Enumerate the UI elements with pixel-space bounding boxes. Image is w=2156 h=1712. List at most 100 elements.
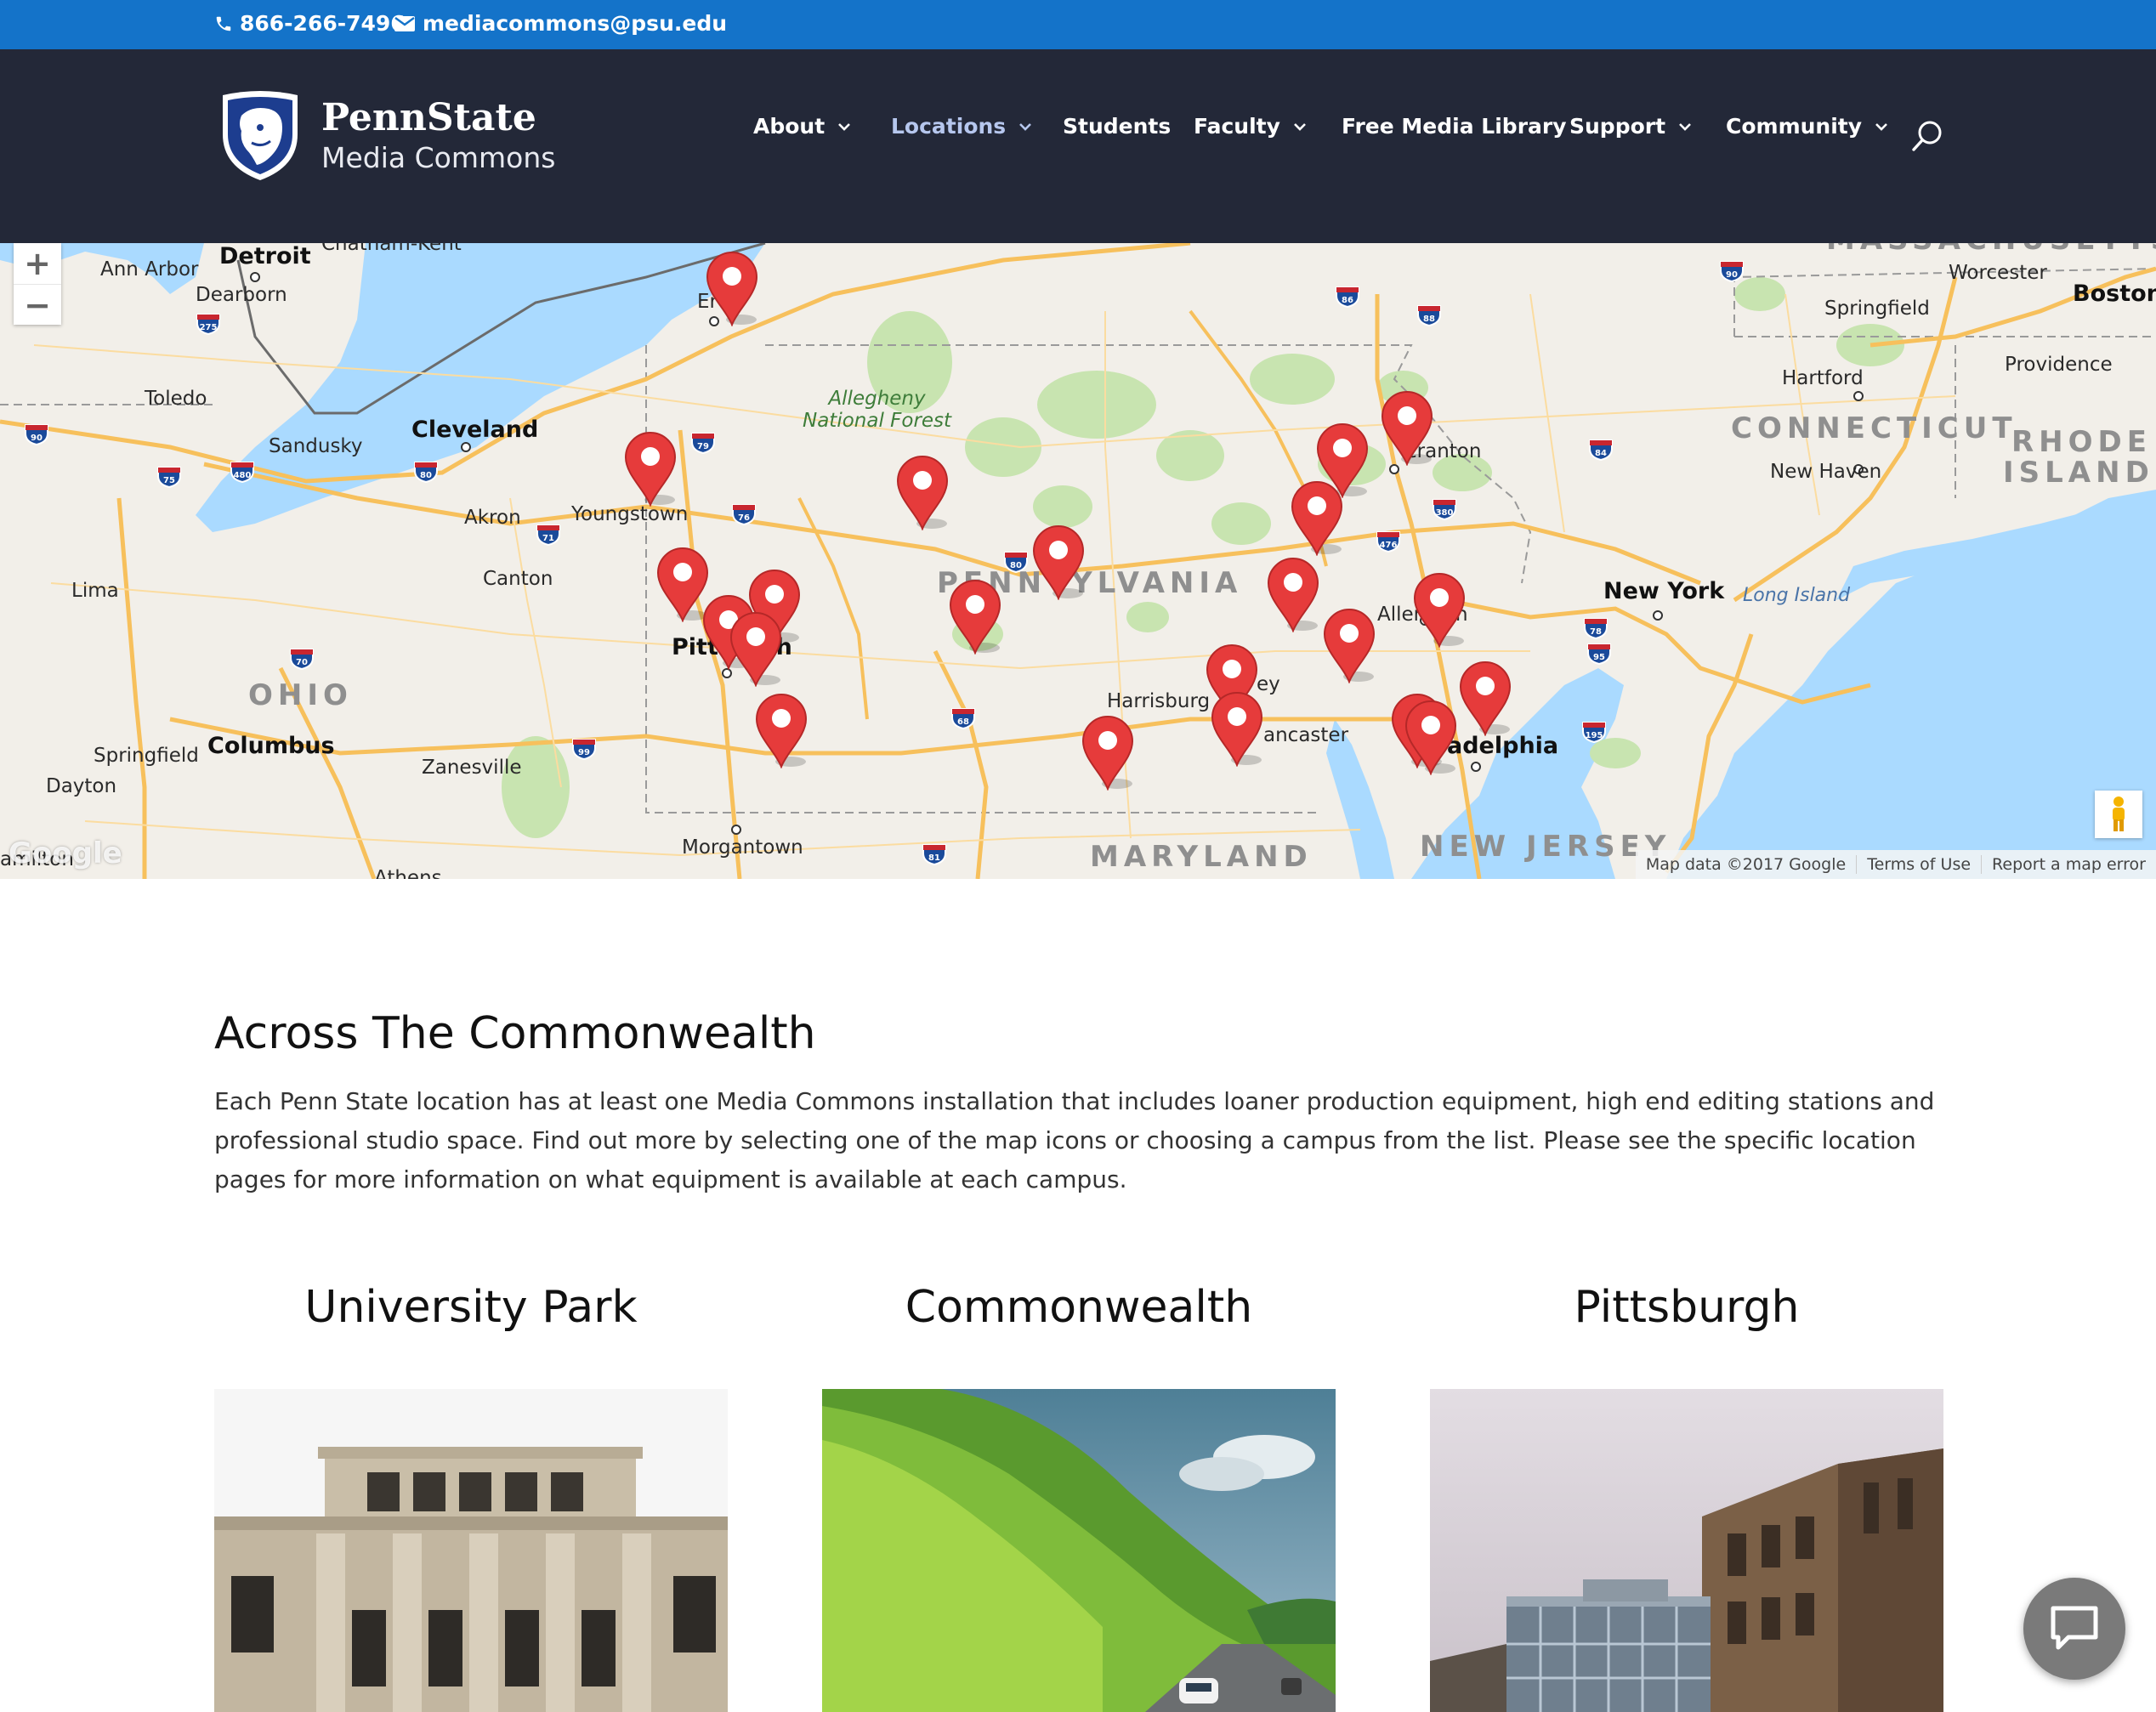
zoom-in-button[interactable]: + [14,243,61,284]
location-pin-icon[interactable] [947,578,1003,655]
nav-faculty[interactable]: Faculty [1194,114,1309,139]
location-pin-icon[interactable] [1403,699,1459,776]
nittany-lion-shield-icon [223,91,298,180]
nav-about[interactable]: About [753,114,854,139]
brand-name: PennState [321,96,536,139]
location-pin-icon[interactable] [1265,556,1321,633]
interstate-shield-71: 71 [536,524,561,547]
svg-text:275: 275 [200,323,218,332]
email-link[interactable]: mediacommons@psu.edu [394,11,727,36]
zoom-control: + − [14,243,61,325]
nav-free-media-library[interactable]: Free Media Library [1342,114,1567,139]
state-ohio: OHIO [248,678,353,712]
report-map-error-link[interactable]: Report a map error [1981,855,2156,874]
state-rhode-island-2: ISLAND [2003,456,2154,490]
interstate-shield-88: 88 [1416,304,1442,327]
allegheny-forest-label: Allegheny National Forest [803,388,951,432]
svg-text:88: 88 [1423,315,1435,324]
interstate-shield-195: 195 [1581,721,1607,744]
interstate-shield-90: 90 [1719,260,1745,283]
location-pin-icon[interactable] [1379,389,1435,467]
interstate-shield-80: 80 [413,461,439,484]
svg-text:90: 90 [31,434,43,443]
section-heading: Across The Commonwealth [214,1008,816,1059]
locations-map[interactable]: Detroit Ann Arbor Dearborn Chatham-Kent … [0,243,2156,879]
svg-text:476: 476 [1380,541,1398,550]
chevron-down-icon [838,122,851,131]
search-icon[interactable] [1909,117,1946,155]
state-rhode-island-1: RHODE [2011,425,2152,459]
location-pin-icon[interactable] [1289,479,1345,557]
interstate-shield-275: 275 [196,313,221,336]
university-park-image[interactable] [214,1389,728,1712]
state-massachusetts: MASSACHUSETTS [1826,243,2156,257]
location-pin-icon[interactable] [728,610,784,688]
chat-bubble-icon [2051,1606,2098,1650]
location-pin-icon[interactable] [1030,524,1087,601]
chevron-down-icon [1679,122,1691,131]
campus-title-university-park[interactable]: University Park [214,1282,728,1333]
interstate-shield-476: 476 [1376,530,1401,553]
svg-text:78: 78 [1590,627,1602,637]
nav-community[interactable]: Community [1726,114,1891,139]
nav-community-label: Community [1726,114,1863,139]
street-view-button[interactable] [2095,791,2142,838]
pittsburgh-building-illustration [1430,1389,1943,1712]
interstate-shield-95: 95 [1586,643,1612,666]
city-new-haven: New Haven [1770,461,1882,483]
location-pin-icon[interactable] [753,692,809,769]
nav-students-label: Students [1063,114,1172,139]
email-address: mediacommons@psu.edu [423,11,728,36]
phone-link[interactable]: 866-266-7496 [214,11,406,36]
city-new-york: New York [1603,578,1725,604]
site-logo[interactable]: PennState Media Commons [218,90,555,184]
svg-text:195: 195 [1586,731,1603,740]
city-springfield-oh: Springfield [94,745,199,767]
city-akron: Akron [464,507,521,529]
interstate-shield-80: 80 [1003,551,1029,574]
map-attribution: Map data ©2017 Google Terms of Use Repor… [1635,850,2156,879]
campus-title-pittsburgh[interactable]: Pittsburgh [1430,1282,1943,1333]
pittsburgh-image[interactable] [1430,1389,1943,1712]
interstate-shield-380: 380 [1432,498,1457,521]
city-lima: Lima [71,580,119,602]
nav-about-label: About [753,114,826,139]
nav-support[interactable]: Support [1569,114,1694,139]
location-pin-icon[interactable] [1411,571,1467,649]
terms-of-use-link[interactable]: Terms of Use [1856,855,1981,874]
state-connecticut: CONNECTICUT [1731,411,2017,445]
svg-text:90: 90 [1726,270,1738,280]
location-pin-icon[interactable] [1457,660,1513,737]
svg-text:68: 68 [957,717,969,727]
location-pin-icon[interactable] [622,430,678,507]
city-lancaster: ancaster [1263,724,1349,746]
nav-free-media-library-label: Free Media Library [1342,114,1567,139]
interstate-shield-78: 78 [1583,617,1608,640]
location-pin-icon[interactable] [894,454,950,531]
chat-launcher-button[interactable] [2023,1578,2125,1680]
state-maryland: MARYLAND [1090,840,1313,874]
zoom-out-button[interactable]: − [14,284,61,326]
location-pin-icon[interactable] [704,250,760,327]
campus-title-commonwealth[interactable]: Commonwealth [822,1282,1336,1333]
city-providence: Providence [2005,354,2113,376]
contact-bar: 866-266-7496 mediacommons@psu.edu [0,0,2156,49]
svg-text:84: 84 [1595,449,1607,458]
nav-locations[interactable]: Locations [891,114,1035,139]
city-morgantown: Morgantown [682,836,803,859]
location-pin-icon[interactable] [1321,607,1377,684]
commonwealth-image[interactable] [822,1389,1336,1712]
nav-students[interactable]: Students [1063,114,1171,139]
city-harrisburg: Harrisburg [1107,690,1211,712]
location-pin-icon[interactable] [1209,690,1265,768]
city-sandusky: Sandusky [269,435,363,457]
commonwealth-landscape-illustration [822,1389,1336,1712]
svg-text:99: 99 [578,748,590,757]
location-pin-icon[interactable] [1080,714,1136,791]
svg-text:86: 86 [1342,296,1353,305]
chevron-down-icon [1019,122,1032,131]
svg-text:380: 380 [1436,508,1454,518]
city-cleveland: Cleveland [411,417,539,443]
site-header: PennState Media Commons About Locations … [0,49,2156,243]
svg-text:80: 80 [420,471,432,480]
